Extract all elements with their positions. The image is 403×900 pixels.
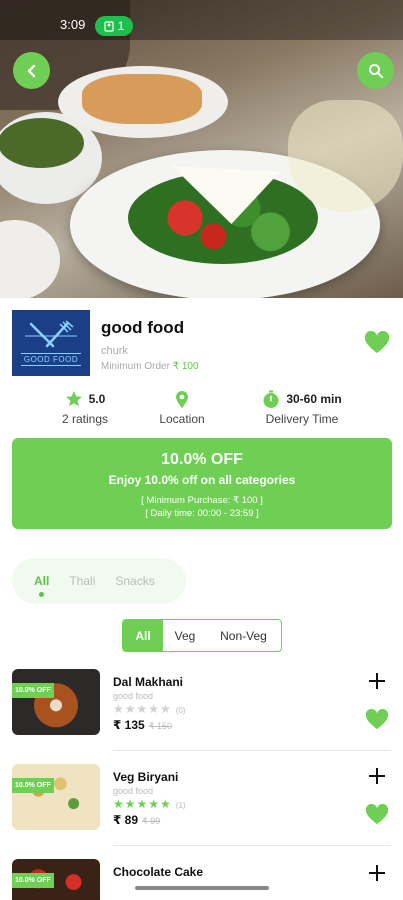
item-name: Veg Biryani <box>113 770 179 784</box>
favorite-item-button[interactable] <box>365 708 389 736</box>
fork-knife-icon <box>25 320 77 348</box>
delivery-label: Delivery Time <box>265 412 339 426</box>
favorite-shop-button[interactable] <box>364 330 390 360</box>
heart-icon <box>365 803 389 825</box>
star-rating-icon: ★★★★★ <box>113 797 172 811</box>
plus-icon <box>369 865 385 881</box>
rating-value: 5.0 <box>88 392 106 406</box>
chevron-left-icon <box>27 64 35 77</box>
status-pill: 1 <box>95 16 133 36</box>
search-button[interactable] <box>357 52 394 89</box>
logo-text: GOOD FOOD <box>20 353 82 366</box>
heart-icon <box>365 708 389 730</box>
filter-all[interactable]: All <box>123 620 163 651</box>
discount-title: 10.0% OFF <box>161 451 243 468</box>
old-price: ₹ 150 <box>148 721 172 731</box>
rating-label: 2 ratings <box>61 412 109 426</box>
location-label: Location <box>159 412 205 426</box>
category-tabs: All Thali Snacks <box>12 558 186 604</box>
home-indicator[interactable] <box>135 886 269 890</box>
plus-icon <box>369 768 385 784</box>
shop-subtitle: churk <box>101 345 128 357</box>
rating-stat: 5.0 2 ratings <box>56 388 114 426</box>
filter-non-veg[interactable]: Non-Veg <box>207 620 280 651</box>
divider <box>113 750 391 751</box>
item-image: 10.0% OFF <box>12 764 100 830</box>
status-time: 3:09 <box>60 17 86 32</box>
discount-badge: 10.0% OFF <box>12 873 54 888</box>
delivery-value: 30-60 min <box>286 392 342 406</box>
status-pill-count: 1 <box>117 19 125 33</box>
divider <box>113 845 391 846</box>
item-name: Dal Makhani <box>113 675 184 689</box>
star-rating-icon: ★★★★★ <box>113 702 172 716</box>
discount-badge: 10.0% OFF <box>12 778 54 793</box>
add-to-cart-button[interactable] <box>364 669 390 695</box>
add-to-cart-button[interactable] <box>364 764 390 790</box>
item-rating: ★★★★★ (0) <box>113 702 186 716</box>
old-price: ₹ 99 <box>142 816 161 826</box>
back-button[interactable] <box>13 52 50 89</box>
shop-logo: GOOD FOOD <box>12 310 90 376</box>
location-stat[interactable]: Location <box>152 388 212 426</box>
plus-icon <box>369 673 385 689</box>
item-shop: good food <box>113 786 154 796</box>
heart-icon <box>364 330 390 353</box>
person-icon <box>104 20 114 32</box>
discount-badge: 10.0% OFF <box>12 683 54 698</box>
discount-daily-time: [ Daily time: 00:00 - 23:59 ] <box>145 508 259 519</box>
list-item[interactable]: 10.0% OFF Chocolate Cake <box>0 859 403 900</box>
search-icon <box>368 63 383 78</box>
favorite-item-button[interactable] <box>365 803 389 831</box>
location-pin-icon <box>176 390 188 408</box>
item-image: 10.0% OFF <box>12 669 100 735</box>
veg-filter: All Veg Non-Veg <box>122 619 282 652</box>
discount-banner: 10.0% OFF Enjoy 10.0% off on all categor… <box>12 438 392 529</box>
shop-name: good food <box>101 318 185 337</box>
minimum-order-value: ₹ 100 <box>172 361 199 372</box>
star-icon <box>65 391 82 407</box>
filter-veg[interactable]: Veg <box>163 620 207 651</box>
discount-min-purchase: [ Minimum Purchase: ₹ 100 ] <box>141 495 263 506</box>
hero-image <box>0 0 403 298</box>
item-shop: good food <box>113 691 154 701</box>
item-price: ₹ 135 ₹ 150 <box>113 718 172 732</box>
stopwatch-icon <box>263 390 279 408</box>
item-rating: ★★★★★ (1) <box>113 797 186 811</box>
item-name: Chocolate Cake <box>113 865 204 879</box>
rating-count: (1) <box>175 801 186 810</box>
rating-count: (0) <box>175 706 186 715</box>
price-value: ₹ 135 <box>113 718 145 732</box>
tab-snacks[interactable]: Snacks <box>115 574 154 588</box>
price-value: ₹ 89 <box>113 813 139 827</box>
tab-all[interactable]: All <box>34 574 49 597</box>
minimum-order-label: Minimum Order <box>101 361 170 372</box>
item-price: ₹ 89 ₹ 99 <box>113 813 160 827</box>
tab-thali[interactable]: Thali <box>69 574 95 588</box>
minimum-order: Minimum Order ₹ 100 <box>101 361 199 372</box>
add-to-cart-button[interactable] <box>364 861 390 887</box>
item-image: 10.0% OFF <box>12 859 100 900</box>
shop-stats: 5.0 2 ratings Location 30-60 min Deliver… <box>0 388 403 432</box>
delivery-stat: 30-60 min Delivery Time <box>256 388 348 426</box>
discount-subtitle: Enjoy 10.0% off on all categories <box>108 473 296 487</box>
